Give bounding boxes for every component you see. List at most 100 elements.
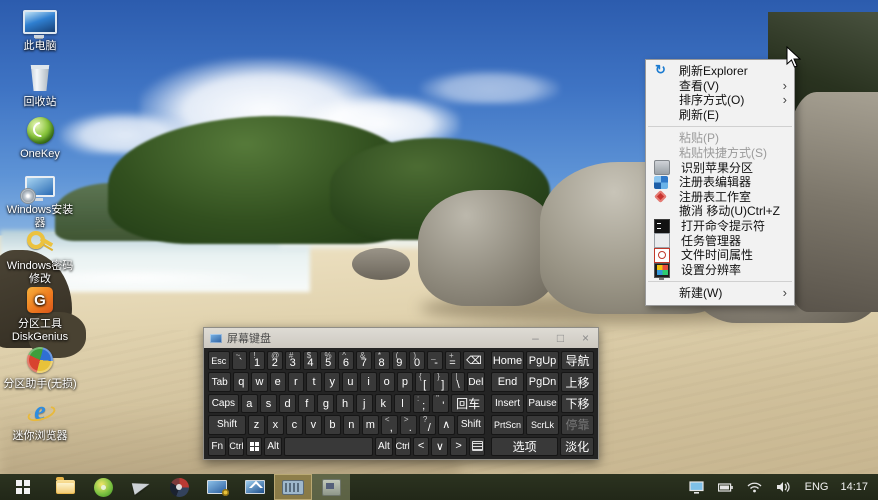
taskbar-app-media[interactable] [160,474,198,500]
desktop-icon-mini-browser[interactable]: 迷你浏览器 [2,396,78,443]
key-8[interactable]: *8 [374,351,390,370]
key-prtscn[interactable]: PrtScn [491,415,524,434]
key-3[interactable]: #3 [285,351,301,370]
key-enter[interactable]: 回车 [451,394,485,413]
key-fade[interactable]: 淡化 [560,437,594,456]
key-7[interactable]: &7 [356,351,372,370]
key-slash[interactable]: ?/ [419,415,436,434]
desktop-icon-partition-assistant[interactable]: 分区助手(无损) [2,344,78,391]
key-alt-left[interactable]: Alt [264,437,282,456]
key-v[interactable]: v [305,415,322,434]
desktop-icon-windows-password[interactable]: Windows密码修改 [2,226,78,286]
context-menu-item-11[interactable]: 打开命令提示符 [646,219,794,234]
key-fn[interactable]: Fn [208,437,226,456]
minimize-button[interactable]: – [523,329,548,347]
key-backslash[interactable]: |\ [451,372,464,391]
context-menu-item-7[interactable]: 识别苹果分区 [646,161,794,176]
key-quote[interactable]: "' [432,394,449,413]
key-move-down[interactable]: 下移 [561,394,594,413]
key-down-arrow[interactable]: ∨ [431,437,448,456]
key-l[interactable]: l [394,394,411,413]
desktop-icon-recycle-bin[interactable]: 回收站 [2,62,78,109]
desktop-icon-windows-installer[interactable]: Windows安装器 [2,170,78,230]
key-pgup[interactable]: PgUp [526,351,559,370]
context-menu-item-1[interactable]: 查看(V)› [646,79,794,94]
key-j[interactable]: j [356,394,373,413]
key-tab[interactable]: Tab [208,372,231,391]
key-e[interactable]: e [270,372,286,391]
taskbar-app-pctools[interactable] [198,474,236,500]
desktop-icon-this-pc[interactable]: 此电脑 [2,6,78,53]
key-period[interactable]: >. [400,415,417,434]
key-up-arrow[interactable]: ∧ [438,415,455,434]
key-menu-key[interactable] [469,437,485,456]
desktop-icon-diskgenius[interactable]: 分区工具 DiskGenius [2,284,78,344]
key-m[interactable]: m [362,415,379,434]
key-6[interactable]: ^6 [338,351,354,370]
key-right-arrow[interactable]: > [450,437,467,456]
key-a[interactable]: a [241,394,258,413]
key-u[interactable]: u [342,372,358,391]
key-ctrl-right[interactable]: Ctrl [395,437,411,456]
key-k[interactable]: k [375,394,392,413]
key-pause[interactable]: Pause [526,394,559,413]
osk-titlebar[interactable]: 屏幕键盘 – □ × [204,328,598,348]
key-shift-right[interactable]: Shift [457,415,485,434]
key-s[interactable]: s [260,394,277,413]
wifi-icon[interactable] [747,481,762,493]
volume-icon[interactable] [776,481,790,493]
taskbar-app-remote[interactable] [236,474,274,500]
key-t[interactable]: t [306,372,322,391]
key-q[interactable]: q [233,372,249,391]
key-2[interactable]: @2 [267,351,283,370]
key-backspace[interactable]: ⌫ [463,351,485,370]
key-home[interactable]: Home [491,351,524,370]
context-menu-item-13[interactable]: 文件时间属性 [646,248,794,263]
key-semicolon[interactable]: :; [413,394,430,413]
desktop-icon-onekey[interactable]: OneKey [2,114,78,161]
key-pgdn[interactable]: PgDn [526,372,559,391]
context-menu-item-8[interactable]: 注册表编辑器 [646,175,794,190]
context-menu-item-2[interactable]: 排序方式(O)› [646,93,794,108]
context-menu-item-6[interactable]: 粘贴快捷方式(S) [646,146,794,161]
taskbar-app-osk[interactable] [274,474,312,500]
key-p[interactable]: p [397,372,413,391]
key-esc[interactable]: Esc [208,351,230,370]
key-del[interactable]: Del [467,372,485,391]
taskbar-app-disc[interactable] [84,474,122,500]
start-button[interactable] [0,474,46,500]
clock[interactable]: 14:17 [840,481,868,493]
context-menu-item-0[interactable]: 刷新Explorer [646,64,794,79]
key-insert[interactable]: Insert [491,394,524,413]
key-ctrl-left[interactable]: Ctrl [228,437,244,456]
context-menu-item-16[interactable]: 新建(W)› [646,286,794,301]
language-indicator[interactable]: ENG [805,481,829,493]
key-f[interactable]: f [298,394,315,413]
key-equals[interactable]: += [445,351,461,370]
key-x[interactable]: x [267,415,284,434]
key-i[interactable]: i [360,372,376,391]
key-bracket-left[interactable]: {[ [415,372,431,391]
context-menu-item-3[interactable]: 刷新(E) [646,108,794,123]
key-n[interactable]: n [343,415,360,434]
context-menu-item-12[interactable]: 任务管理器 [646,234,794,249]
key-h[interactable]: h [336,394,353,413]
key-space[interactable] [284,437,373,456]
context-menu-item-5[interactable]: 粘贴(P) [646,131,794,146]
key-y[interactable]: y [324,372,340,391]
key-options[interactable]: 选项 [491,437,558,456]
taskbar-app-explorer[interactable] [46,474,84,500]
key-scrlk[interactable]: ScrLk [526,415,559,434]
key-w[interactable]: w [251,372,267,391]
key-backtick[interactable]: ~` [232,351,248,370]
key-9[interactable]: (9 [392,351,408,370]
key-nav[interactable]: 导航 [561,351,594,370]
context-menu-item-9[interactable]: 注册表工作室 [646,190,794,205]
key-win[interactable] [246,437,262,456]
close-button[interactable]: × [573,329,598,347]
key-o[interactable]: o [379,372,395,391]
context-menu-item-10[interactable]: 撤消 移动(U)Ctrl+Z [646,204,794,219]
key-g[interactable]: g [317,394,334,413]
context-menu-item-14[interactable]: 设置分辨率 [646,263,794,278]
key-shift-left[interactable]: Shift [208,415,246,434]
